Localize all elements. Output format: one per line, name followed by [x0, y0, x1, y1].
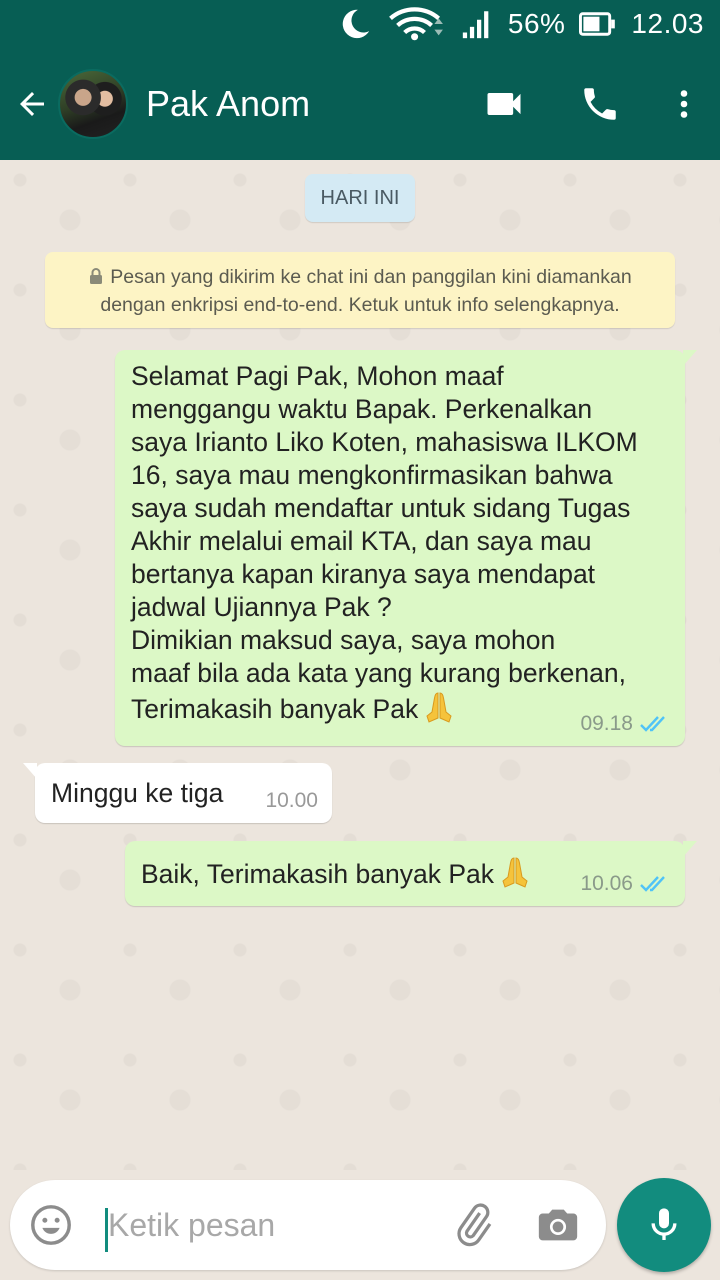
more-vert-icon	[680, 90, 688, 118]
message-composer[interactable]	[10, 1180, 606, 1270]
back-button[interactable]	[0, 48, 64, 160]
message-time: 09.18	[580, 712, 633, 735]
message-bubble-incoming[interactable]: Minggu ke tiga 10.00	[23, 763, 332, 823]
status-bar: 56% 12.03	[0, 0, 720, 48]
video-call-button[interactable]	[456, 48, 552, 160]
message-input[interactable]	[108, 1198, 438, 1252]
folded-hands-emoji-icon	[424, 690, 454, 732]
signal-bars-icon	[460, 7, 494, 41]
voice-message-button[interactable]	[617, 1178, 711, 1272]
message-time: 10.00	[265, 789, 318, 812]
battery-percent: 56%	[507, 8, 566, 39]
composer-bar	[0, 1170, 720, 1280]
clock: 12.03	[631, 8, 704, 39]
chat-header: Pak Anom	[0, 48, 720, 160]
paperclip-icon	[457, 1203, 492, 1247]
message-text: Baik, Terimakasih banyak Pak	[141, 855, 530, 896]
message-text: Selamat Pagi Pak, Mohon maaf menggangu w…	[131, 360, 671, 732]
smiley-icon	[31, 1205, 71, 1245]
camera-icon	[538, 1209, 578, 1241]
wifi-icon	[386, 7, 446, 41]
message-time: 10.06	[580, 872, 633, 895]
microphone-icon	[651, 1208, 677, 1240]
message-meta: 10.00	[265, 789, 318, 813]
double-check-read-icon	[640, 716, 665, 732]
message-meta: 09.18	[580, 712, 671, 736]
encryption-notice-text: Pesan yang dikirim ke chat ini dan pangg…	[100, 266, 632, 316]
voice-call-button[interactable]	[552, 48, 648, 160]
do-not-disturb-moon-icon	[338, 7, 372, 41]
contact-name[interactable]: Pak Anom	[146, 83, 456, 125]
camera-button[interactable]	[535, 1202, 581, 1248]
message-text: Minggu ke tiga	[51, 778, 224, 808]
encryption-notice[interactable]: Pesan yang dikirim ke chat ini dan pangg…	[45, 252, 675, 328]
message-meta: 10.06	[580, 872, 671, 896]
video-camera-icon	[487, 93, 521, 115]
message-list[interactable]: HARI INI Pesan yang dikirim ke chat ini …	[0, 160, 720, 1170]
contact-avatar[interactable]	[58, 69, 128, 139]
overflow-menu-button[interactable]	[648, 48, 720, 160]
message-bubble-outgoing[interactable]: Baik, Terimakasih banyak Pak 10.06	[125, 841, 697, 906]
double-check-read-icon	[640, 876, 665, 892]
folded-hands-emoji-icon	[500, 855, 530, 896]
phone-icon	[584, 88, 616, 120]
arrow-back-icon	[20, 92, 44, 116]
lock-icon	[88, 266, 104, 292]
message-bubble-outgoing[interactable]: Selamat Pagi Pak, Mohon maaf menggangu w…	[115, 350, 697, 746]
emoji-button[interactable]	[28, 1202, 74, 1248]
date-divider: HARI INI	[305, 174, 415, 222]
attach-button[interactable]	[450, 1202, 496, 1248]
battery-icon	[579, 9, 617, 39]
